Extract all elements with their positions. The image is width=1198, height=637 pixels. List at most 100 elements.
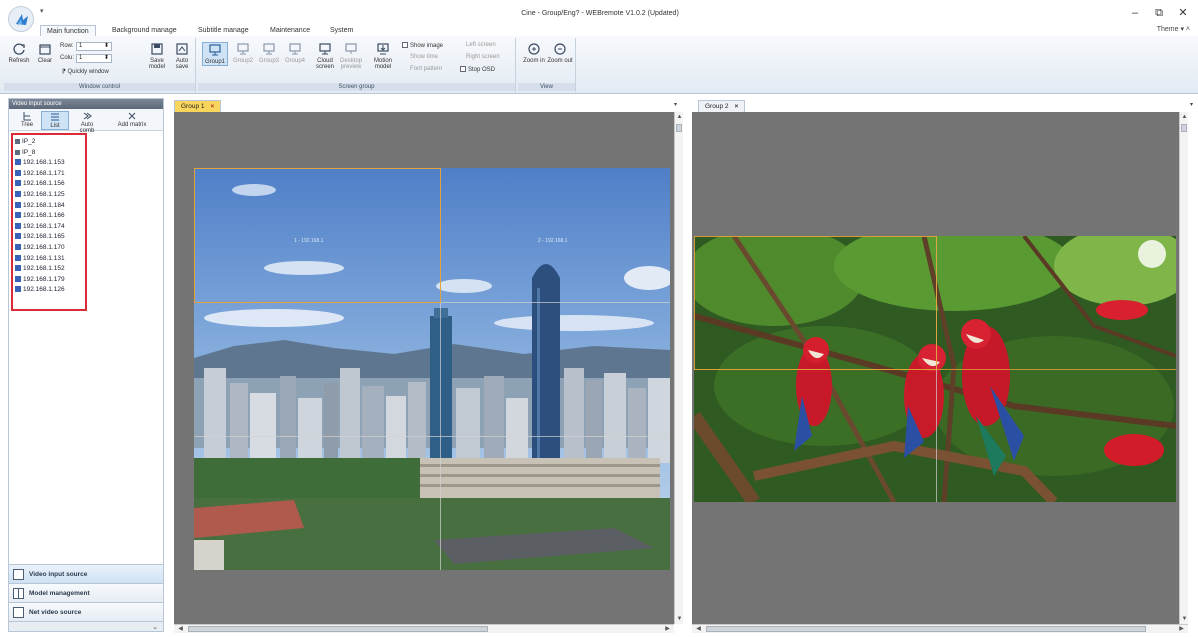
source-label: 192.168.1.174 bbox=[23, 222, 65, 230]
chevron-down-icon[interactable]: ⌄ bbox=[152, 623, 158, 631]
scroll-up-icon[interactable]: ▲ bbox=[1180, 114, 1189, 120]
group3-button[interactable]: Group3 bbox=[256, 42, 282, 64]
source-item[interactable]: 192.168.1.184 bbox=[13, 201, 85, 212]
folder-icon bbox=[15, 149, 20, 155]
auto-save-button[interactable]: Auto save bbox=[169, 42, 195, 70]
column-label: Colu: bbox=[60, 55, 75, 61]
scroll-thumb[interactable] bbox=[188, 626, 488, 632]
group1-canvas[interactable]: 1 - 192.168.1 2 - 192.168.1 ▲ ▼ bbox=[174, 112, 683, 624]
camera-source-icon bbox=[15, 286, 21, 293]
cloud-screen-button[interactable]: Cloud screen bbox=[312, 42, 338, 70]
close-icon[interactable]: ✕ bbox=[1174, 6, 1192, 20]
auto-save-icon bbox=[176, 43, 188, 55]
camera-source-icon bbox=[15, 254, 21, 261]
zoom-in-button[interactable]: Zoom in bbox=[521, 42, 547, 64]
refresh-button[interactable]: Refresh bbox=[6, 42, 32, 64]
source-item[interactable]: 192.168.1.152 bbox=[13, 264, 85, 275]
screen-divider bbox=[194, 436, 670, 437]
source-label: 192.168.1.170 bbox=[23, 243, 65, 251]
source-item[interactable]: 192.168.1.126 bbox=[13, 285, 85, 296]
video-window[interactable] bbox=[694, 236, 937, 370]
source-label: 192.168.1.125 bbox=[23, 190, 65, 198]
source-item[interactable]: 192.168.1.153 bbox=[13, 158, 85, 169]
list-view-button[interactable]: List bbox=[41, 111, 69, 130]
column-stepper[interactable]: 1 ⬍ bbox=[76, 54, 112, 63]
horizontal-scrollbar[interactable]: ◀ ▶ bbox=[692, 624, 1188, 633]
source-item[interactable]: IP_8 bbox=[13, 148, 85, 159]
camera-source-icon bbox=[15, 201, 21, 208]
scroll-thumb[interactable] bbox=[676, 124, 682, 132]
zoom-out-icon bbox=[554, 43, 566, 55]
theme-label[interactable]: Theme ▾ ˄ bbox=[1157, 25, 1190, 33]
source-item[interactable]: 192.168.1.170 bbox=[13, 243, 85, 254]
group2-button[interactable]: Group2 bbox=[230, 42, 256, 64]
group2-video-wall[interactable] bbox=[694, 236, 1176, 502]
quick-access-dropdown-icon[interactable]: ▾ bbox=[40, 7, 44, 15]
monitor-icon bbox=[263, 43, 275, 55]
source-item[interactable]: 192.168.1.131 bbox=[13, 254, 85, 265]
scroll-left-icon[interactable]: ◀ bbox=[176, 625, 185, 632]
quickly-window-toggle[interactable]: ⁋ Quickly window bbox=[62, 68, 109, 75]
stop-osd-checkbox[interactable] bbox=[460, 66, 466, 72]
source-label: 192.168.1.126 bbox=[23, 286, 65, 294]
minimize-icon[interactable]: – bbox=[1126, 6, 1144, 20]
scroll-up-icon[interactable]: ▲ bbox=[675, 114, 684, 120]
scroll-left-icon[interactable]: ◀ bbox=[694, 625, 703, 632]
tab-list-dropdown-icon[interactable]: ▾ bbox=[1190, 101, 1193, 108]
refresh-icon bbox=[13, 43, 25, 55]
vertical-scrollbar[interactable]: ▲ ▼ bbox=[1179, 112, 1188, 624]
vertical-scrollbar[interactable]: ▲ ▼ bbox=[674, 112, 683, 624]
nav-footer: ⌄ bbox=[9, 621, 163, 631]
show-image-toggle[interactable]: Show image bbox=[402, 42, 443, 49]
monitor-icon bbox=[237, 43, 249, 55]
source-item[interactable]: 192.168.1.166 bbox=[13, 211, 85, 222]
show-time-toggle[interactable]: Show time bbox=[410, 54, 438, 60]
source-item[interactable]: 192.168.1.125 bbox=[13, 190, 85, 201]
nav-video-input-source[interactable]: Video input source bbox=[9, 564, 163, 583]
scroll-down-icon[interactable]: ▼ bbox=[675, 616, 684, 622]
scroll-right-icon[interactable]: ▶ bbox=[663, 625, 672, 632]
close-tab-icon[interactable]: × bbox=[211, 103, 215, 110]
save-model-button[interactable]: Save model bbox=[144, 42, 170, 70]
group4-button[interactable]: Group4 bbox=[282, 42, 308, 64]
list-icon bbox=[51, 113, 59, 121]
zoom-out-button[interactable]: Zoom out bbox=[547, 42, 573, 64]
camera-source-icon bbox=[15, 275, 21, 282]
camera-source-icon bbox=[15, 265, 21, 272]
scroll-right-icon[interactable]: ▶ bbox=[1177, 625, 1186, 632]
horizontal-scrollbar[interactable]: ◀ ▶ bbox=[174, 624, 674, 633]
scroll-thumb[interactable] bbox=[1181, 124, 1187, 132]
left-screen-toggle[interactable]: Left screen bbox=[466, 42, 496, 48]
font-pattern-toggle[interactable]: Font pattern bbox=[410, 66, 442, 72]
source-label: 192.168.1.179 bbox=[23, 275, 65, 283]
maximize-icon[interactable]: ⧉ bbox=[1150, 6, 1168, 20]
group1-button[interactable]: Group1 bbox=[202, 42, 228, 66]
auto-comb-button[interactable]: Auto comb bbox=[73, 111, 101, 134]
tab-group-1[interactable]: Group 1 × bbox=[174, 100, 222, 112]
row-stepper[interactable]: 1 ⬍ bbox=[76, 42, 112, 51]
close-tab-icon[interactable]: × bbox=[735, 103, 739, 110]
motion-model-button[interactable]: Motion model bbox=[370, 42, 396, 70]
nav-net-video-source[interactable]: Net video source bbox=[9, 602, 163, 621]
scroll-thumb[interactable] bbox=[706, 626, 1146, 632]
source-item[interactable]: 192.168.1.156 bbox=[13, 179, 85, 190]
show-image-checkbox[interactable] bbox=[402, 42, 408, 48]
source-item[interactable]: 192.168.1.179 bbox=[13, 275, 85, 286]
source-item[interactable]: 192.168.1.165 bbox=[13, 232, 85, 243]
tree-view-button[interactable]: Tree bbox=[13, 111, 41, 128]
scroll-down-icon[interactable]: ▼ bbox=[1180, 616, 1189, 622]
tab-list-dropdown-icon[interactable]: ▾ bbox=[674, 101, 677, 108]
clear-button[interactable]: Clear bbox=[32, 42, 58, 64]
video-window[interactable] bbox=[194, 168, 441, 303]
source-item[interactable]: IP_2 bbox=[13, 137, 85, 148]
add-matrix-button[interactable]: Add matrix bbox=[113, 111, 151, 128]
group2-canvas[interactable]: ▲ ▼ bbox=[692, 112, 1188, 624]
group1-video-wall[interactable]: 1 - 192.168.1 2 - 192.168.1 bbox=[194, 168, 670, 570]
source-item[interactable]: 192.168.1.174 bbox=[13, 222, 85, 233]
stop-osd-toggle[interactable]: Stop OSD bbox=[460, 66, 495, 73]
tab-group-2[interactable]: Group 2 × bbox=[698, 100, 746, 112]
desktop-preview-button[interactable]: Desktop preview bbox=[338, 42, 364, 70]
right-screen-toggle[interactable]: Right screen bbox=[466, 54, 500, 60]
nav-model-management[interactable]: Model management bbox=[9, 583, 163, 602]
source-item[interactable]: 192.168.1.171 bbox=[13, 169, 85, 180]
